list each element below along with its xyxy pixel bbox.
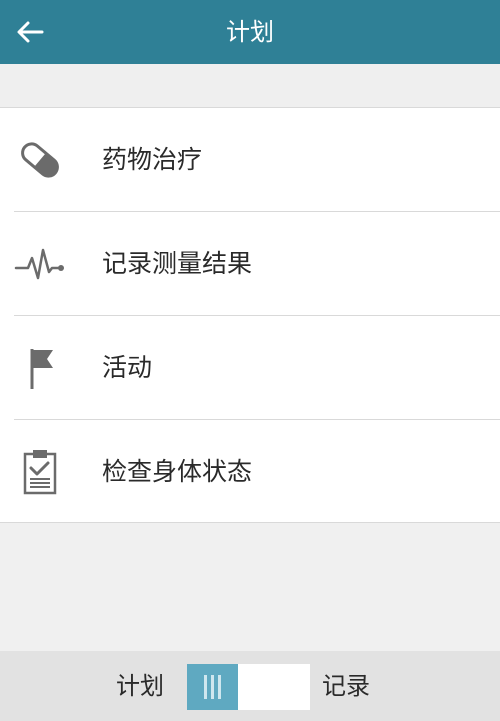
flag-icon [14, 344, 66, 392]
top-app-bar: 计划 [0, 0, 500, 64]
plan-tab-label[interactable]: 计划 [116, 651, 164, 721]
toggle-knob[interactable] [187, 664, 238, 710]
menu-item-activity[interactable]: 活动 [0, 316, 500, 420]
grip-icon [202, 675, 223, 699]
plan-record-toggle[interactable] [187, 664, 310, 710]
bottom-switch-bar: 计划 记录 [0, 651, 500, 721]
clipboard-check-icon [14, 448, 66, 496]
menu-item-label: 活动 [102, 353, 153, 382]
menu-item-record-measurements[interactable]: 记录测量结果 [0, 212, 500, 316]
menu-item-label: 药物治疗 [102, 145, 203, 174]
menu-item-label: 记录测量结果 [102, 249, 253, 278]
plan-menu-list: 药物治疗 记录测量结果 活动 检查身体状态 [0, 107, 500, 523]
menu-item-label: 检查身体状态 [102, 457, 253, 486]
pill-icon [14, 136, 66, 184]
record-tab-label[interactable]: 记录 [322, 651, 370, 721]
menu-item-medication[interactable]: 药物治疗 [0, 108, 500, 212]
menu-item-check-physical-status[interactable]: 检查身体状态 [0, 420, 500, 524]
page-title: 计划 [226, 18, 274, 46]
spacer [0, 64, 500, 107]
heartbeat-icon [14, 240, 66, 288]
